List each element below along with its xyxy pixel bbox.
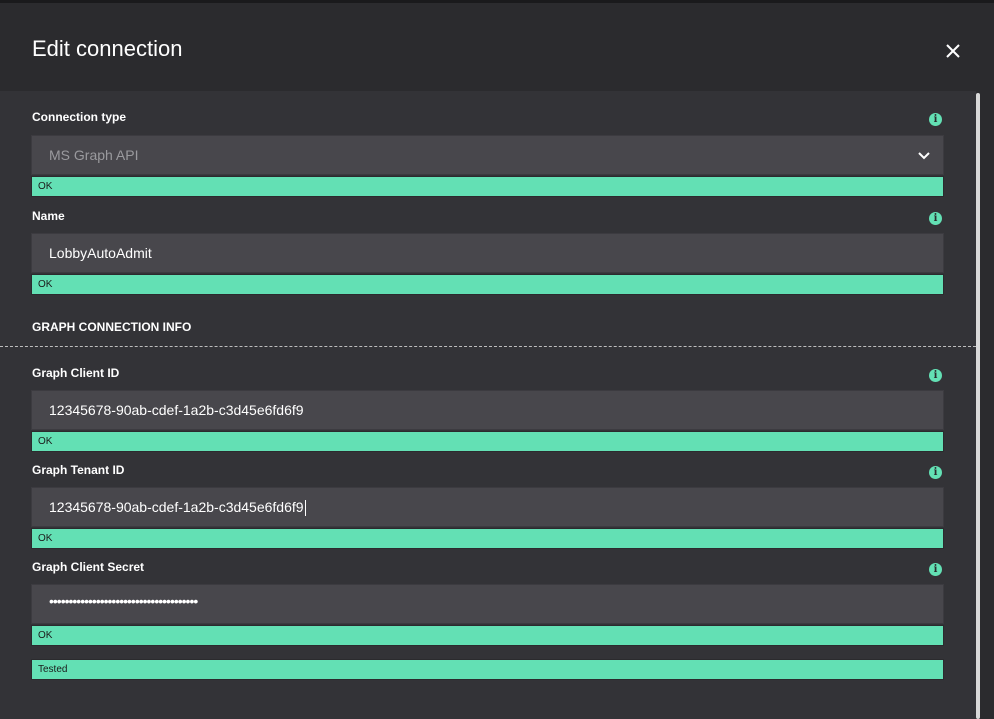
- text-caret: [304, 500, 306, 517]
- scrollbar-thumb[interactable]: [976, 93, 980, 719]
- graph-tenant-id-value: 12345678-90ab-cdef-1a2b-c3d45e6fd6f9: [49, 499, 304, 515]
- graph-client-secret-info-icon[interactable]: i: [929, 563, 942, 576]
- connection-test-status: Tested: [31, 659, 944, 680]
- graph-client-id-info-icon[interactable]: i: [929, 369, 942, 382]
- edit-connection-dialog: Edit connection Connection type i MS Gra…: [0, 0, 994, 719]
- name-info-icon[interactable]: i: [929, 212, 942, 225]
- graph-tenant-id-status: OK: [31, 528, 944, 549]
- graph-client-id-label: Graph Client ID: [32, 366, 120, 380]
- dialog-header: Edit connection: [0, 6, 994, 91]
- graph-client-secret-status: OK: [31, 625, 944, 646]
- chevron-down-icon: [918, 152, 930, 160]
- connection-type-status: OK: [31, 176, 944, 197]
- name-input[interactable]: LobbyAutoAdmit: [31, 233, 944, 273]
- graph-client-secret-value: ••••••••••••••••••••••••••••••••••••••: [49, 593, 198, 609]
- connection-type-select[interactable]: MS Graph API: [31, 135, 944, 175]
- connection-type-label: Connection type: [32, 110, 127, 124]
- connection-type-info-icon[interactable]: i: [929, 113, 942, 126]
- name-value: LobbyAutoAdmit: [49, 245, 152, 261]
- name-label: Name: [32, 209, 65, 223]
- connection-type-value: MS Graph API: [49, 147, 139, 163]
- graph-tenant-id-info-icon[interactable]: i: [929, 466, 942, 479]
- name-status: OK: [31, 274, 944, 295]
- graph-connection-info-heading: GRAPH CONNECTION INFO: [32, 320, 192, 334]
- graph-client-secret-label: Graph Client Secret: [32, 560, 145, 574]
- graph-tenant-id-label: Graph Tenant ID: [32, 463, 125, 477]
- dialog-title: Edit connection: [32, 36, 183, 61]
- graph-client-secret-input[interactable]: ••••••••••••••••••••••••••••••••••••••: [31, 584, 944, 624]
- graph-tenant-id-text: 12345678-90ab-cdef-1a2b-c3d45e6fd6f9: [49, 499, 306, 517]
- graph-client-id-input[interactable]: 12345678-90ab-cdef-1a2b-c3d45e6fd6f9: [31, 390, 944, 430]
- graph-client-id-value: 12345678-90ab-cdef-1a2b-c3d45e6fd6f9: [49, 402, 304, 418]
- section-divider: [0, 346, 976, 347]
- graph-client-id-status: OK: [31, 431, 944, 452]
- graph-tenant-id-input[interactable]: 12345678-90ab-cdef-1a2b-c3d45e6fd6f9: [31, 487, 944, 527]
- close-button[interactable]: [938, 36, 968, 66]
- close-icon: [946, 44, 960, 58]
